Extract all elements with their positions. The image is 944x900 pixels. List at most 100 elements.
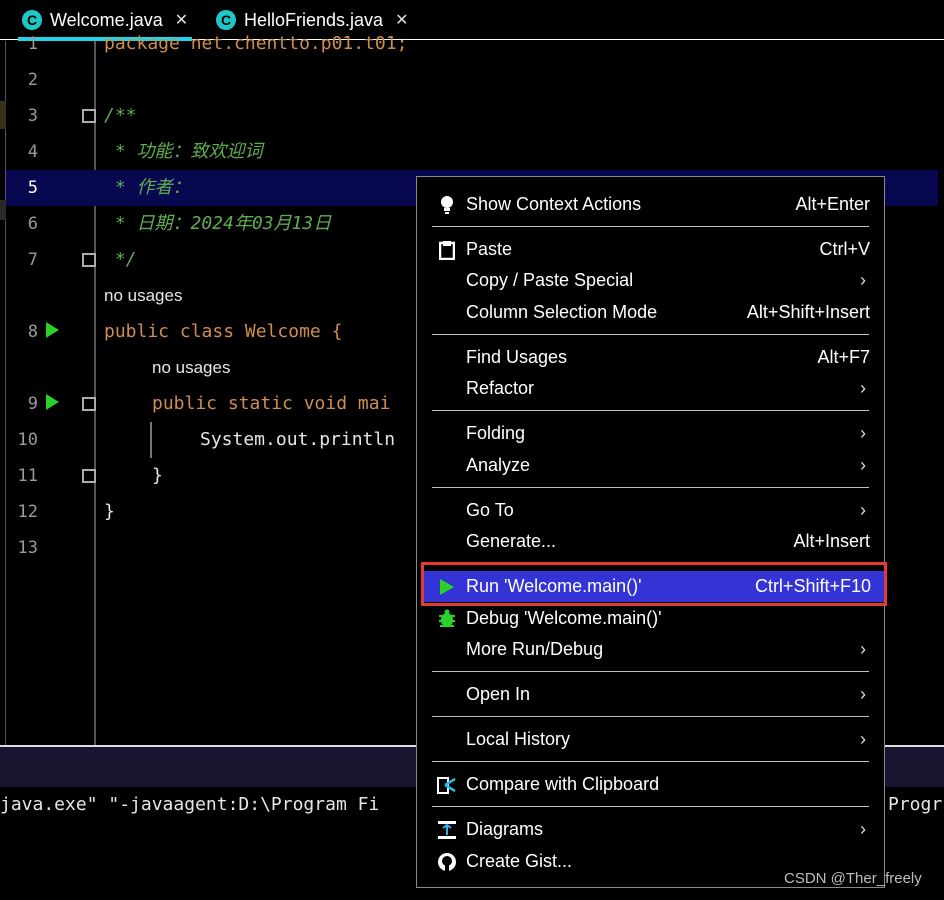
menu-item-open-in[interactable]: Open In › [417,679,884,710]
code-line[interactable]: 1 package net.chentto.p01.t01; [6,26,938,62]
menu-item-analyze[interactable]: Analyze › [417,450,884,481]
line-number: 6 [27,214,38,234]
line-number: 2 [27,70,38,90]
compare-icon [437,775,457,795]
menu-item-compare-with-clipboard[interactable]: Compare with Clipboard [417,769,884,800]
menu-item-label: Diagrams [466,819,544,839]
menu-item-show-context-actions[interactable]: Show Context Actions Alt+Enter [417,189,884,220]
menu-item-label: Generate... [466,531,557,551]
submenu-arrow-icon: › [860,684,866,704]
debug-bug-icon [437,609,457,629]
run-gutter-icon[interactable] [46,322,59,338]
line-number: 13 [17,538,38,558]
menu-item-label: Create Gist... [466,851,573,871]
code-text: /** [104,105,137,126]
menu-item-label: Debug 'Welcome.main()' [466,608,662,628]
submenu-arrow-icon: › [860,378,866,398]
usages-hint[interactable]: no usages [152,350,230,386]
line-number: 10 [17,430,38,450]
code-text: public static void mai [152,393,391,414]
menu-separator [432,334,869,335]
line-number: 4 [27,142,38,162]
menu-item-refactor[interactable]: Refactor › [417,373,884,404]
menu-item-label: Paste [466,239,513,259]
menu-separator [432,761,869,762]
code-text: System.out.println [200,429,396,450]
code-line[interactable]: 3 /** [6,98,938,134]
menu-item-find-usages[interactable]: Find Usages Alt+F7 [417,342,884,373]
menu-separator [432,716,869,717]
console-output-right[interactable]: Progr [888,790,942,820]
menu-item-label: Copy / Paste Special [466,270,634,290]
submenu-arrow-icon: › [860,455,866,475]
menu-item-label: Local History [466,729,571,749]
fold-icon[interactable] [82,397,96,411]
code-line[interactable]: 2 [6,62,938,98]
menu-item-label: Show Context Actions [466,194,642,214]
diagram-icon [437,820,457,840]
menu-shortcut: Alt+Insert [793,531,870,551]
line-number: 5 [27,178,38,198]
menu-item-debug-welcome-main[interactable]: Debug 'Welcome.main()' [417,603,884,634]
code-text: public class Welcome { [104,321,343,342]
fold-icon[interactable] [82,253,96,267]
menu-item-label: Folding [466,423,526,443]
menu-separator [432,410,869,411]
menu-separator [432,226,869,227]
menu-separator [432,671,869,672]
menu-item-column-selection-mode[interactable]: Column Selection Mode Alt+Shift+Insert [417,297,884,328]
menu-separator [432,806,869,807]
menu-shortcut: Ctrl+V [819,239,870,259]
code-text: * 功能：致欢迎词 [104,141,263,162]
menu-separator [432,487,869,488]
submenu-arrow-icon: › [860,819,866,839]
menu-item-label: Compare with Clipboard [466,774,660,794]
menu-item-label: Open In [466,684,531,704]
menu-item-label: Column Selection Mode [466,302,658,322]
console-output[interactable]: java.exe" "-javaagent:D:\Program Fi [0,790,379,820]
usages-hint[interactable]: no usages [104,278,182,314]
code-text: } [104,501,115,522]
submenu-arrow-icon: › [860,270,866,290]
menu-item-label: More Run/Debug [466,639,604,659]
line-number: 12 [17,502,38,522]
watermark: CSDN @Ther_freely [784,870,922,887]
code-text: * 作者： [104,177,191,198]
github-icon [437,852,457,872]
menu-item-diagrams[interactable]: Diagrams › [417,814,884,845]
editor-context-menu: Show Context Actions Alt+Enter Paste Ctr… [416,176,885,888]
code-line[interactable]: 4 * 功能：致欢迎词 [6,134,938,170]
menu-item-more-run-debug[interactable]: More Run/Debug › [417,634,884,665]
highlight-annotation-frame [421,562,887,606]
fold-icon[interactable] [82,469,96,483]
menu-item-folding[interactable]: Folding › [417,418,884,449]
menu-item-local-history[interactable]: Local History › [417,724,884,755]
line-number: 1 [27,34,38,54]
line-number: 8 [27,322,38,342]
code-text: } [152,465,163,486]
line-number: 11 [17,466,38,486]
menu-item-label: Find Usages [466,347,568,367]
code-text: * 日期：2024年03月13日 [104,213,332,234]
menu-shortcut: Alt+Shift+Insert [746,302,870,322]
menu-item-go-to[interactable]: Go To › [417,495,884,526]
menu-item-copy-paste-special[interactable]: Copy / Paste Special › [417,265,884,296]
lightbulb-icon [437,195,457,215]
run-gutter-icon[interactable] [46,394,59,410]
submenu-arrow-icon: › [860,639,866,659]
clipboard-icon [437,240,457,260]
fold-icon[interactable] [82,109,96,123]
line-number: 3 [27,106,38,126]
menu-item-generate[interactable]: Generate... Alt+Insert [417,526,884,557]
menu-item-label: Go To [466,500,514,520]
menu-shortcut: Alt+Enter [795,194,870,214]
menu-shortcut: Alt+F7 [817,347,870,367]
menu-item-paste[interactable]: Paste Ctrl+V [417,234,884,265]
submenu-arrow-icon: › [860,729,866,749]
code-text: */ [104,249,137,270]
code-text: package net.chentto.p01.t01; [104,33,408,54]
submenu-arrow-icon: › [860,423,866,443]
line-number: 7 [27,250,38,270]
menu-item-label: Refactor [466,378,535,398]
submenu-arrow-icon: › [860,500,866,520]
